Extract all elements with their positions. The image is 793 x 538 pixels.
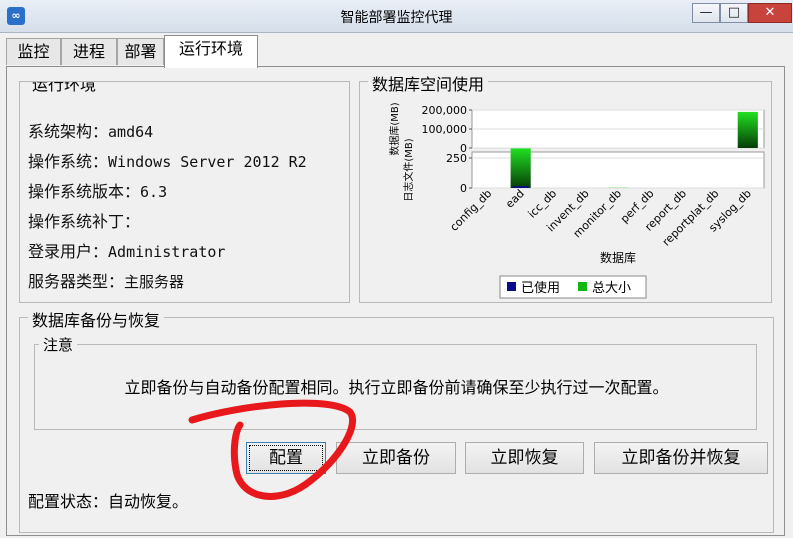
env-row-value: amd64 <box>108 123 154 141</box>
env-row: 数据库：Microsoft SQL Server <box>28 298 273 303</box>
y-tick-label: 0 <box>460 182 467 195</box>
env-row-value: Administrator <box>108 243 226 261</box>
notice-legend: 注意 <box>39 334 78 355</box>
env-row-label: 系统架构： <box>28 122 109 141</box>
restore-now-button[interactable]: 立即恢复 <box>465 442 584 474</box>
env-row: 登录用户：Administrator <box>28 238 225 262</box>
env-row: 服务器类型：主服务器 <box>28 268 184 292</box>
y-tick-label: 200,000 <box>422 104 468 117</box>
close-button[interactable]: ✕ <box>748 3 792 23</box>
config-status-text: 配置状态：自动恢复。 <box>28 492 189 511</box>
y-axis-label: 数据库(MB) <box>388 102 401 155</box>
env-row-value: 主服务器 <box>124 273 185 291</box>
tab-panel-runtime-environment: 运行环境 系统架构：amd64 操作系统：Windows Server 2012 … <box>6 66 785 536</box>
window-title: 智能部署监控代理 <box>340 10 453 26</box>
tab-deploy[interactable]: 部署 <box>117 38 164 65</box>
y-tick-label: 100,000 <box>422 123 468 136</box>
title-bar: ∞ 智能部署监控代理 — □ ✕ <box>0 0 793 33</box>
x-tick-label: ead <box>503 187 527 211</box>
env-row: 操作系统：Windows Server 2012 R2 <box>28 148 307 172</box>
env-row-label: 登录用户： <box>28 242 109 261</box>
notice-text: 立即备份与自动备份配置相同。执行立即备份前请确保至少执行过一次配置。 <box>124 378 669 397</box>
db-space-usage-group: 数据库空间使用 200,000 100,000 0 数据库(MB) 250 0 日志文件(M… <box>359 71 772 303</box>
x-axis-label: 数据库 <box>600 250 636 265</box>
x-tick-label: reportplat_db <box>660 187 722 249</box>
bar-used <box>512 186 529 188</box>
env-row-label: 操作系统版本： <box>28 182 141 201</box>
backup-now-button[interactable]: 立即备份 <box>336 442 456 474</box>
backup-and-restore-now-button[interactable]: 立即备份并恢复 <box>594 442 768 474</box>
runtime-environment-legend: 运行环境 <box>28 82 101 95</box>
env-row: 操作系统补丁： <box>28 208 140 232</box>
y-tick-label: 250 <box>446 152 467 165</box>
legend-total-label: 总大小 <box>592 281 631 296</box>
db-space-chart: 200,000100,0000数据库(MB)2500日志文件(MB)config… <box>388 102 765 299</box>
runtime-environment-group: 运行环境 系统架构：amd64 操作系统：Windows Server 2012 … <box>19 81 350 303</box>
env-row-value: 6.3 <box>140 183 168 201</box>
bar-total-size <box>510 148 531 188</box>
env-row: 系统架构：amd64 <box>28 118 153 142</box>
legend-used-label: 已使用 <box>521 280 560 296</box>
env-row: 操作系统版本：6.3 <box>28 178 167 202</box>
y-axis-label: 日志文件(MB) <box>402 138 415 201</box>
env-row-label: 数据库： <box>28 302 92 303</box>
env-row-label: 操作系统： <box>28 152 109 171</box>
bar-total-size <box>737 111 758 148</box>
tab-process[interactable]: 进程 <box>61 38 117 65</box>
notice-group: 注意 立即备份与自动备份配置相同。执行立即备份前请确保至少执行过一次配置。 <box>34 334 757 430</box>
configure-button[interactable]: 配置 <box>246 442 326 474</box>
env-row-label: 操作系统补丁： <box>28 212 141 231</box>
tab-monitor[interactable]: 监控 <box>6 38 61 65</box>
db-backup-restore-legend: 数据库备份与恢复 <box>28 307 165 331</box>
maximize-button[interactable]: □ <box>720 3 748 23</box>
env-row-label: 服务器类型： <box>28 272 125 291</box>
legend-total-swatch <box>578 282 587 291</box>
db-backup-restore-group: 数据库备份与恢复 注意 立即备份与自动备份配置相同。执行立即备份前请确保至少执行… <box>19 307 774 533</box>
x-tick-label: config_db <box>448 187 495 234</box>
tab-runtime-environment[interactable]: 运行环境 <box>164 35 258 68</box>
legend-used-swatch <box>507 282 516 291</box>
minimize-button[interactable]: — <box>692 3 720 23</box>
env-row-value: Windows Server 2012 R2 <box>108 153 307 171</box>
